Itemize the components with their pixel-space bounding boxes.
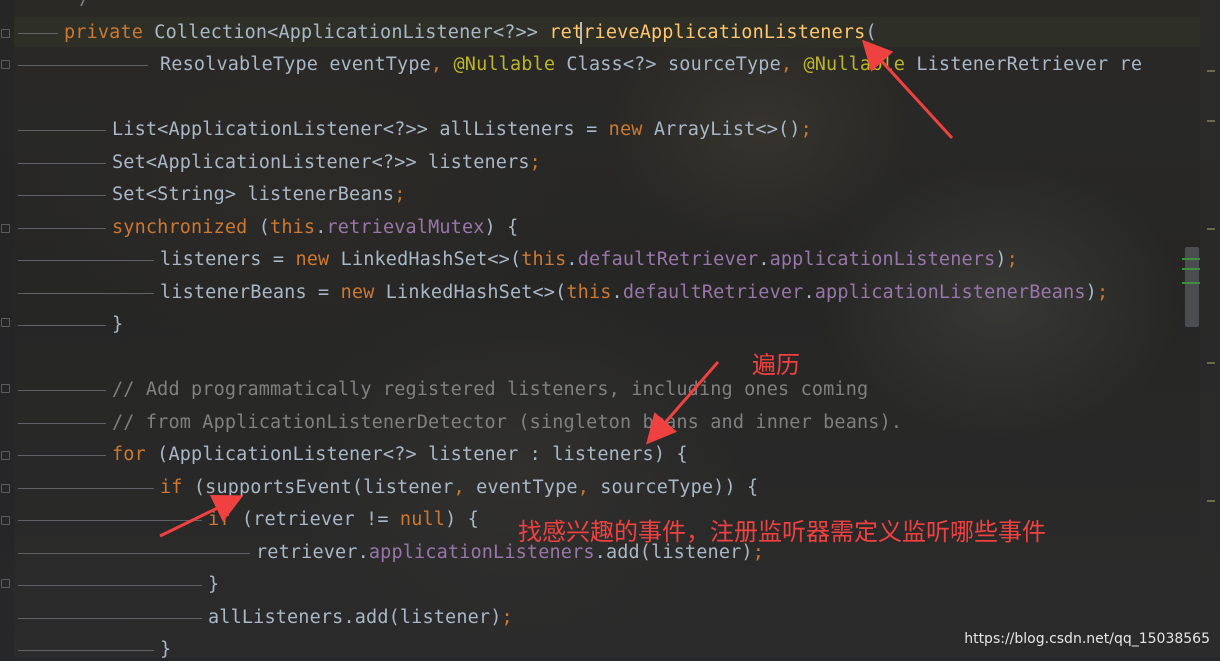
- arrow-to-for-loop: [646, 361, 720, 445]
- annotation-traverse: 遍历: [752, 351, 800, 379]
- annotation-find-interested: 找感兴趣的事件，注册监听器需定义监听哪些事件: [518, 518, 1046, 546]
- annotation-arrows: [159, 39, 954, 538]
- arrow-to-supports-event: [159, 495, 244, 538]
- watermark: https://blog.csdn.net/qq_15038565: [964, 631, 1210, 647]
- arrow-to-method-name: [861, 39, 954, 140]
